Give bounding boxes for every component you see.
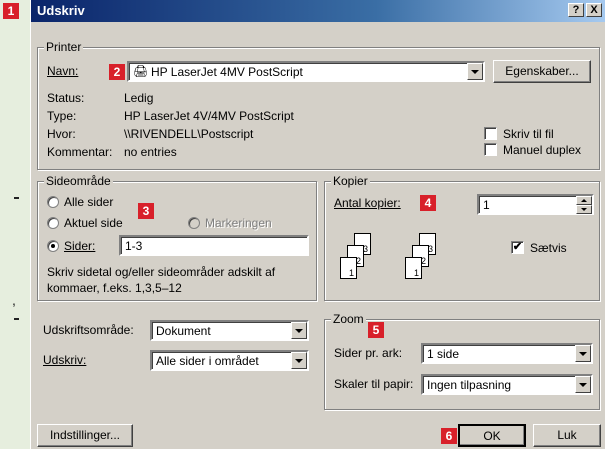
comment-value: no entries: [124, 145, 177, 159]
print-to-file-label: Skriv til fil: [503, 127, 554, 141]
copies-count-input[interactable]: 1: [477, 194, 594, 215]
page-margin: ,: [0, 0, 30, 449]
printer-icon: 🖨: [133, 64, 149, 78]
manual-duplex-checkbox[interactable]: [484, 143, 497, 156]
printer-select[interactable]: 🖨 HP LaserJet 4MV PostScript: [127, 61, 485, 82]
help-button[interactable]: ?: [568, 3, 584, 17]
selection-radio[interactable]: [188, 217, 200, 229]
printer-group-label: Printer: [44, 40, 84, 54]
pages-input[interactable]: 1-3: [119, 235, 309, 256]
callout-badge-3: 3: [138, 203, 154, 219]
status-label: Status:: [47, 91, 85, 105]
options-button[interactable]: Indstillinger...: [37, 424, 133, 447]
dash-mark: [14, 318, 19, 320]
status-value: Ledig: [124, 91, 154, 105]
copies-count-value: 1: [483, 198, 490, 212]
options-button-label: Indstillinger...: [49, 428, 121, 442]
spin-up-icon[interactable]: [576, 196, 592, 205]
chevron-down-icon[interactable]: [291, 352, 307, 369]
callout-badge-2: 2: [109, 64, 125, 80]
pages-label: Sider:: [64, 239, 96, 253]
pages-per-sheet-select[interactable]: 1 side: [421, 343, 593, 364]
chevron-down-icon[interactable]: [575, 376, 591, 393]
comment-label: Kommentar:: [47, 145, 113, 159]
pages-per-sheet-value: 1 side: [427, 347, 460, 361]
printer-name-label: Navn:: [47, 64, 79, 78]
print-dialog: Udskriv ? X Printer Navn: 2 🖨 HP LaserJe…: [30, 0, 605, 449]
callout-badge-4: 4: [420, 195, 436, 211]
page-range-hint-line2: kommaer, f.eks. 1,3,5–12: [47, 281, 182, 295]
chevron-down-icon[interactable]: [291, 322, 307, 339]
callout-badge-1: 1: [3, 3, 19, 19]
copies-count-label: Antal kopier:: [334, 196, 401, 210]
all-pages-label: Alle sider: [64, 195, 114, 209]
callout-badge-6: 6: [441, 428, 457, 444]
cancel-button[interactable]: Luk: [533, 424, 601, 447]
chevron-down-icon[interactable]: [575, 345, 591, 362]
close-button[interactable]: X: [586, 3, 602, 17]
page-range-group-label: Sideområde: [44, 174, 113, 188]
all-pages-radio[interactable]: [47, 196, 59, 208]
print-what-select[interactable]: Dokument: [150, 320, 309, 341]
chevron-down-icon[interactable]: [467, 63, 483, 80]
print-what-label: Udskriftsområde:: [43, 323, 134, 337]
collate-checkbox[interactable]: ✔: [511, 241, 524, 254]
pages-per-sheet-label: Sider pr. ark:: [334, 346, 403, 360]
print-to-file-checkbox[interactable]: [484, 127, 497, 140]
collate-label: Sætvis: [530, 241, 567, 255]
print-label: Udskriv:: [43, 353, 87, 367]
pages-radio[interactable]: [47, 240, 59, 252]
sheet-stack-icon: 1: [340, 257, 357, 279]
print-what-value: Dokument: [156, 324, 211, 338]
type-label: Type:: [47, 109, 77, 123]
spin-down-icon[interactable]: [576, 205, 592, 214]
sheet-stack-icon: 1: [405, 257, 422, 279]
comma-mark: ,: [12, 292, 16, 308]
type-value: HP LaserJet 4V/4MV PostScript: [124, 109, 294, 123]
properties-button-label: Egenskaber...: [505, 64, 579, 78]
dash-mark: [14, 197, 19, 199]
cancel-button-label: Luk: [557, 428, 577, 442]
print-value: Alle sider i området: [156, 354, 259, 368]
where-value: \\RIVENDELL\Postscript: [124, 127, 254, 141]
page-range-hint-line1: Skriv sidetal og/eller sideområder adski…: [47, 265, 276, 279]
ok-button-label: OK: [483, 429, 501, 443]
pages-input-value: 1-3: [125, 239, 143, 253]
current-page-label: Aktuel side: [64, 216, 123, 230]
ok-button[interactable]: OK: [458, 424, 526, 447]
scale-value: Ingen tilpasning: [427, 378, 512, 392]
print-select[interactable]: Alle sider i området: [150, 350, 309, 371]
zoom-group-label: Zoom: [331, 312, 366, 326]
title-bar[interactable]: Udskriv ? X: [31, 0, 605, 22]
printer-name-value: HP LaserJet 4MV PostScript: [151, 65, 303, 79]
dialog-title: Udskriv: [37, 3, 85, 18]
current-page-radio[interactable]: [47, 217, 59, 229]
manual-duplex-label: Manuel duplex: [503, 143, 582, 157]
zoom-group: Zoom: [324, 312, 600, 410]
scale-select[interactable]: Ingen tilpasning: [421, 374, 593, 395]
selection-label: Markeringen: [205, 216, 272, 230]
callout-badge-5: 5: [368, 322, 384, 338]
where-label: Hvor:: [47, 127, 76, 141]
scale-label: Skaler til papir:: [334, 377, 414, 391]
copies-group-label: Kopier: [331, 174, 370, 188]
properties-button[interactable]: Egenskaber...: [493, 60, 591, 83]
